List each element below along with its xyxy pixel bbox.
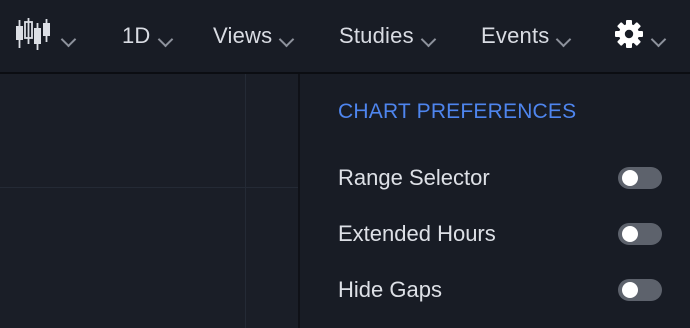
events-label: Events bbox=[481, 23, 550, 48]
hide-gaps-toggle[interactable] bbox=[618, 279, 662, 301]
toggle-knob bbox=[622, 226, 638, 242]
candlestick-icon bbox=[14, 14, 54, 59]
studies-menu[interactable]: Studies bbox=[339, 0, 437, 72]
toggle-knob bbox=[622, 282, 638, 298]
chart-toolbar: 1D Views Studies Events bbox=[0, 0, 690, 74]
views-menu[interactable]: Views bbox=[213, 0, 295, 72]
interval-menu[interactable]: 1D bbox=[122, 0, 173, 72]
chart-app: 1D Views Studies Events CHART PREFERENCE… bbox=[0, 0, 690, 328]
pref-label: Range Selector bbox=[338, 165, 490, 190]
chevron-down-icon bbox=[556, 31, 572, 47]
range-selector-toggle[interactable] bbox=[618, 167, 662, 189]
views-label: Views bbox=[213, 23, 273, 48]
chevron-down-icon bbox=[650, 31, 667, 47]
extended-hours-toggle[interactable] bbox=[618, 223, 662, 245]
settings-menu[interactable] bbox=[614, 0, 667, 72]
chevron-down-icon bbox=[420, 31, 437, 47]
panel-title: CHART PREFERENCES bbox=[338, 100, 577, 123]
interval-label: 1D bbox=[122, 23, 151, 48]
chart-preferences-panel: CHART PREFERENCES Range Selector Extende… bbox=[298, 74, 690, 328]
chevron-down-icon bbox=[279, 31, 295, 47]
pref-label: Extended Hours bbox=[338, 221, 496, 246]
pref-row-range-selector[interactable]: Range Selector bbox=[338, 163, 662, 193]
pref-label: Hide Gaps bbox=[338, 277, 442, 302]
chevron-down-icon bbox=[157, 31, 173, 47]
pref-row-hide-gaps[interactable]: Hide Gaps bbox=[338, 275, 662, 305]
events-menu[interactable]: Events bbox=[481, 0, 572, 72]
grid-line-horizontal bbox=[0, 187, 298, 188]
grid-line-vertical bbox=[245, 74, 246, 328]
studies-label: Studies bbox=[339, 23, 414, 48]
gear-icon bbox=[614, 19, 644, 54]
toggle-knob bbox=[622, 170, 638, 186]
chart-canvas[interactable] bbox=[0, 74, 298, 328]
pref-row-extended-hours[interactable]: Extended Hours bbox=[338, 219, 662, 249]
chevron-down-icon bbox=[60, 31, 77, 47]
chart-type-menu[interactable] bbox=[14, 0, 77, 72]
